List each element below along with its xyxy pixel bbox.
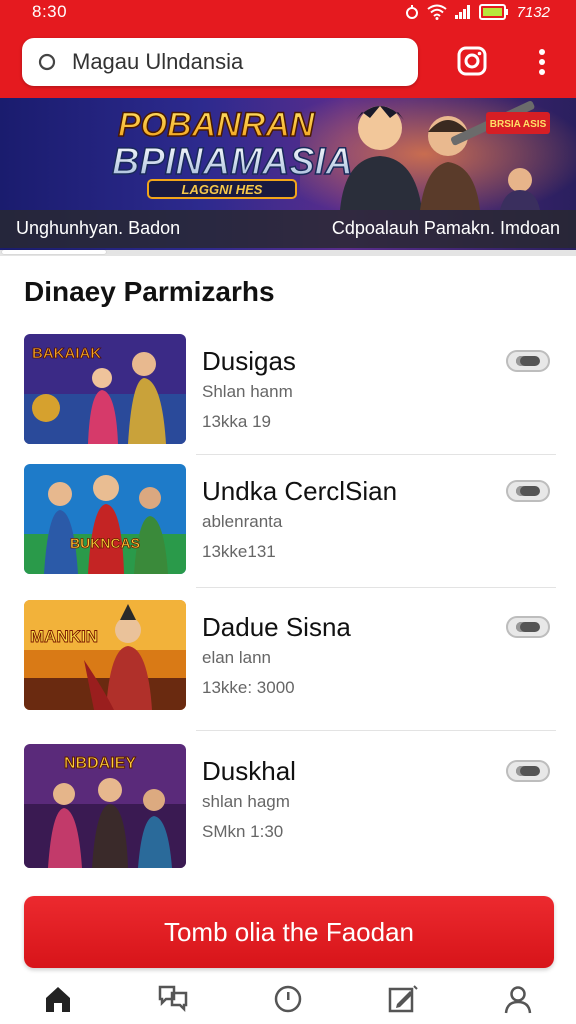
banner-badge: BRSIA ASIS — [490, 119, 547, 130]
nav-chat[interactable] — [155, 983, 191, 1019]
status-time: 8:30 — [32, 2, 68, 21]
game-name: Dadue Sisna — [202, 612, 351, 642]
home-icon — [43, 985, 73, 1018]
search-input[interactable] — [72, 49, 392, 75]
list-item[interactable]: NBDAIEY Duskhal shlan hagm SMkn 1:30 — [0, 740, 576, 872]
item-toggle[interactable] — [506, 350, 550, 372]
status-clock: 7132 — [516, 3, 550, 21]
game-thumbnail: MANKIN — [24, 600, 186, 710]
game-subtitle: ablenranta — [202, 512, 283, 531]
banner-caption: Unghunhyan. Badon Cdpoalauh Pamakn. Imdo… — [0, 210, 576, 248]
banner-indicator-active — [2, 250, 106, 254]
thumbnail-title: MANKIN — [30, 627, 98, 646]
wifi-icon — [427, 4, 447, 20]
game-subtitle: Shlan hanm — [202, 382, 293, 401]
list-divider — [196, 730, 556, 731]
alarm-icon — [405, 4, 419, 20]
banner-title-line2: BPINAMASIA — [112, 141, 353, 183]
game-subtitle: shlan hagm — [202, 792, 290, 811]
nav-profile[interactable] — [500, 983, 536, 1019]
instagram-icon — [456, 46, 488, 81]
primary-cta-button[interactable]: Tomb olia the Faodan — [24, 896, 554, 968]
game-name: Duskhal — [202, 756, 296, 786]
banner-caption-right: Cdpoalauh Pamakn. Imdoan — [331, 218, 560, 238]
thumbnail-title: BUKNCAS — [70, 535, 140, 551]
game-meta: 13kka 19 — [202, 412, 271, 431]
thumbnail-title: NBDAIEY — [64, 755, 136, 772]
list-item[interactable]: BAKAIAK Dusigas Shlan hanm 13kka 19 — [0, 330, 576, 462]
game-meta: SMkn 1:30 — [202, 822, 284, 841]
nav-edit[interactable] — [385, 983, 421, 1019]
banner-title-line1: POBANRAN — [118, 106, 316, 144]
item-toggle[interactable] — [506, 760, 550, 782]
banner-ribbon: LAGGNI HES — [182, 182, 263, 197]
game-meta: 13kke131 — [202, 542, 276, 561]
game-thumbnail: NBDAIEY — [24, 744, 186, 868]
status-bar: 8:30 7132 — [0, 0, 576, 26]
profile-icon — [503, 984, 533, 1019]
thumbnail-title: BAKAIAK — [32, 345, 101, 362]
list-divider — [196, 587, 556, 588]
item-toggle[interactable] — [506, 480, 550, 502]
list-item[interactable]: MANKIN Dadue Sisna elan lann 13kke: 3000 — [0, 596, 576, 728]
app-header: 8:30 7132 — [0, 0, 576, 98]
search-bar[interactable] — [22, 38, 418, 86]
instagram-button[interactable] — [456, 45, 488, 77]
search-icon — [36, 51, 58, 73]
section-title: Dinaey Parmizarhs — [24, 276, 275, 307]
bottom-navigation — [0, 978, 576, 1024]
game-subtitle: elan lann — [202, 648, 272, 667]
game-name: Dusigas — [202, 346, 296, 376]
game-thumbnail: BUKNCAS — [24, 464, 186, 574]
banner-page-indicator — [0, 250, 576, 256]
nav-home[interactable] — [40, 983, 76, 1019]
battery-icon — [478, 4, 509, 20]
promo-banner[interactable]: BRSIA ASIS POBANRAN BPINAMASIA LAGGNI HE… — [0, 98, 576, 250]
status-icons: 7132 — [405, 3, 550, 21]
list-divider — [196, 454, 556, 455]
edit-icon — [387, 984, 419, 1019]
banner-caption-left: Unghunhyan. Badon — [16, 218, 181, 238]
list-item[interactable]: BUKNCAS Undka CerclSian ablenranta 13kke… — [0, 460, 576, 592]
game-thumbnail: BAKAIAK — [24, 334, 186, 444]
game-meta: 13kke: 3000 — [202, 678, 295, 697]
game-name: Undka CerclSian — [202, 476, 398, 506]
signal-icon — [454, 5, 471, 19]
more-options-button[interactable] — [530, 46, 554, 78]
kebab-menu-icon — [530, 49, 554, 82]
nav-explore[interactable] — [270, 983, 306, 1019]
banner-artwork: BRSIA ASIS POBANRAN BPINAMASIA LAGGNI HE… — [111, 98, 576, 210]
chat-icon — [157, 984, 189, 1019]
item-toggle[interactable] — [506, 616, 550, 638]
circle-icon — [273, 984, 303, 1019]
